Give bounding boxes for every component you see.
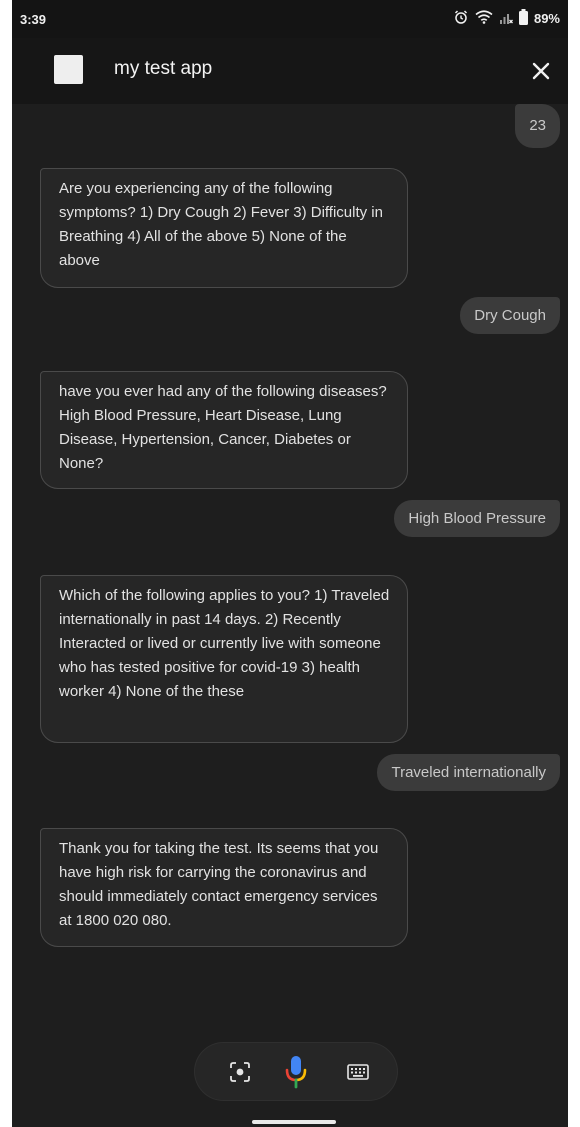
bot-message: Are you experiencing any of the followin…: [40, 168, 408, 288]
close-button[interactable]: [526, 56, 556, 86]
phone-screen: 3:39 89% my test app 23 Are you experien…: [12, 0, 568, 1127]
app-bar: my test app: [12, 38, 568, 104]
close-icon: [532, 62, 550, 80]
user-message: Traveled internationally: [377, 754, 560, 791]
status-time: 3:39: [20, 12, 47, 27]
app-title: my test app: [114, 58, 213, 79]
battery-icon: [518, 9, 528, 28]
lens-button[interactable]: [217, 1043, 263, 1100]
bot-message: Which of the following applies to you? 1…: [40, 575, 408, 743]
user-message: High Blood Pressure: [394, 500, 560, 537]
home-indicator[interactable]: [252, 1120, 336, 1124]
status-bar: 3:39 89%: [12, 0, 568, 38]
status-icons: 89%: [453, 9, 560, 28]
user-message: Dry Cough: [460, 297, 560, 334]
wifi-icon: [475, 10, 493, 27]
keyboard-icon: [347, 1063, 369, 1080]
bot-message: Thank you for taking the test. Its seems…: [40, 828, 408, 947]
keyboard-button[interactable]: [335, 1043, 381, 1100]
user-message: 23: [515, 104, 560, 148]
battery-percent: 89%: [533, 11, 560, 26]
voice-input-bar: [195, 1043, 397, 1100]
bot-message: have you ever had any of the following d…: [40, 371, 408, 489]
mic-button[interactable]: [273, 1043, 319, 1100]
mic-icon: [285, 1055, 307, 1088]
lens-icon: [230, 1061, 250, 1082]
alarm-icon: [453, 9, 469, 28]
app-logo: [54, 55, 83, 84]
signal-icon: [499, 9, 513, 28]
